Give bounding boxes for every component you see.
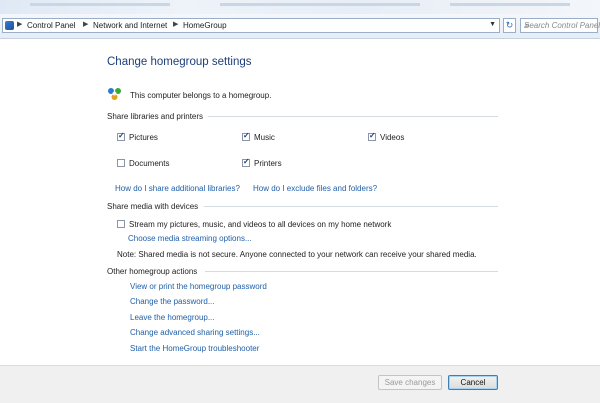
pictures-label: Pictures [129, 133, 158, 142]
section-divider [208, 116, 498, 117]
section-divider [205, 271, 498, 272]
refresh-button[interactable]: ↻ [503, 18, 516, 33]
view-print-password-link[interactable]: View or print the homegroup password [130, 282, 267, 291]
footer-bar: Save changes Cancel [0, 365, 600, 403]
breadcrumb-control-panel[interactable]: Control Panel [27, 21, 75, 30]
security-note: Note: Shared media is not secure. Anyone… [117, 250, 477, 259]
breadcrumb-homegroup[interactable]: HomeGroup [183, 21, 227, 30]
exclude-files-link[interactable]: How do I exclude files and folders? [253, 184, 377, 193]
videos-checkbox[interactable] [368, 131, 376, 141]
chevron-right-icon: ▶ [173, 21, 179, 28]
videos-label: Videos [380, 133, 405, 142]
control-panel-icon [5, 21, 14, 30]
advanced-sharing-link[interactable]: Change advanced sharing settings... [130, 328, 260, 337]
leave-homegroup-link[interactable]: Leave the homegroup... [130, 313, 215, 322]
search-input[interactable]: Search Control Panel ⌕ [520, 18, 600, 33]
pictures-checkbox[interactable] [117, 131, 125, 141]
stream-media-checkbox[interactable] [117, 220, 125, 228]
section-divider [204, 206, 498, 207]
chevron-right-icon: ▶ [83, 21, 89, 28]
documents-label: Documents [129, 159, 170, 168]
chevron-down-icon[interactable]: ▼ [489, 21, 496, 28]
window-top-strip [0, 0, 600, 14]
breadcrumb-network-and-internet[interactable]: Network and Internet [93, 21, 167, 30]
breadcrumb[interactable]: ▶ Control Panel ▶ Network and Internet ▶… [2, 18, 500, 33]
printers-label: Printers [254, 159, 282, 168]
documents-checkbox[interactable] [117, 159, 125, 167]
share-additional-libraries-link[interactable]: How do I share additional libraries? [115, 184, 240, 193]
music-checkbox[interactable] [242, 131, 250, 141]
chevron-right-icon: ▶ [17, 21, 23, 28]
other-actions-heading: Other homegroup actions [107, 267, 198, 276]
homegroup-status-text: This computer belongs to a homegroup. [130, 91, 272, 100]
music-label: Music [254, 133, 275, 142]
printers-checkbox[interactable] [242, 157, 250, 167]
search-icon[interactable]: ⌕ [524, 20, 595, 31]
address-bar: ▶ Control Panel ▶ Network and Internet ▶… [0, 14, 600, 39]
share-libraries-heading: Share libraries and printers [107, 112, 204, 121]
page-title: Change homegroup settings [107, 56, 252, 68]
cancel-button[interactable]: Cancel [448, 375, 498, 390]
save-changes-button[interactable]: Save changes [378, 375, 442, 390]
media-streaming-options-link[interactable]: Choose media streaming options... [128, 234, 252, 243]
refresh-icon: ↻ [505, 20, 514, 30]
share-media-heading: Share media with devices [107, 202, 199, 211]
homegroup-icon [108, 88, 121, 100]
change-password-link[interactable]: Change the password... [130, 297, 215, 306]
troubleshooter-link[interactable]: Start the HomeGroup troubleshooter [130, 344, 259, 353]
stream-media-label: Stream my pictures, music, and videos to… [129, 220, 392, 229]
